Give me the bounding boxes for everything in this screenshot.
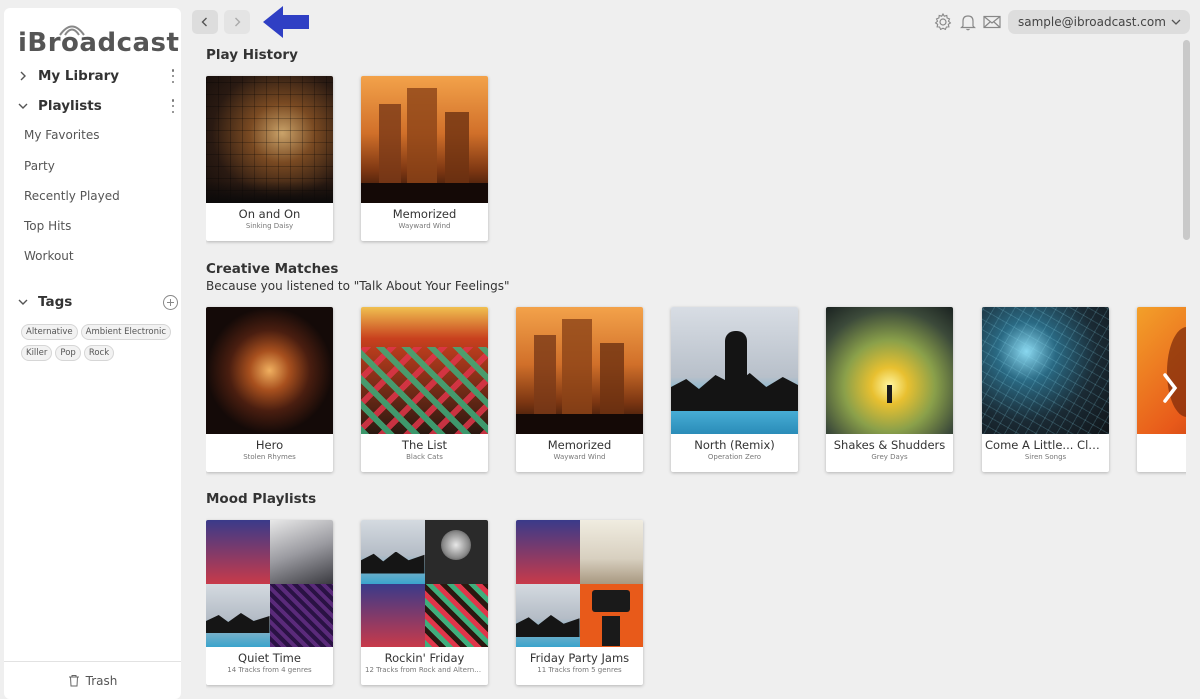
playlist-card[interactable]: Rockin' Friday 12 Tracks from Rock and A…	[361, 520, 488, 685]
sidebar: iBroadcast My Library Playlists My Favor…	[4, 8, 181, 699]
album-artist: Operation Zero	[707, 453, 762, 461]
brand-name: iBroadcast	[18, 28, 180, 58]
mood-playlists-title: Mood Playlists	[206, 491, 317, 507]
album-card[interactable]: Memorized Wayward Wind	[361, 76, 488, 241]
chevron-down-icon	[1171, 19, 1181, 25]
tag-list: Alternative Ambient Electronic Killer Po…	[21, 324, 181, 361]
tags-label: Tags	[38, 294, 73, 310]
chevron-right-icon	[235, 17, 241, 27]
album-art	[826, 307, 953, 434]
album-artist: Grey Days	[871, 453, 908, 461]
album-title: Hero	[255, 438, 284, 452]
tag-ambient-electronic[interactable]: Ambient Electronic	[80, 324, 172, 340]
trash-button[interactable]: Trash	[4, 661, 181, 699]
album-title: North (Remix)	[694, 438, 775, 452]
trash-label: Trash	[85, 673, 118, 688]
playlist-card[interactable]: Friday Party Jams 11 Tracks from 5 genre…	[516, 520, 643, 685]
playlist-subtitle: 12 Tracks from Rock and Alterna...	[365, 666, 486, 674]
album-title: Come A Little... Clos...	[985, 438, 1109, 452]
album-artist: Wayward Wind	[553, 453, 606, 461]
library-section-header[interactable]: My Library	[16, 68, 178, 84]
album-art	[206, 307, 333, 434]
sidebar-item-workout[interactable]: Workout	[24, 249, 74, 263]
album-title: Memorized	[547, 438, 612, 452]
album-art	[516, 307, 643, 434]
tag-pop[interactable]: Pop	[55, 345, 81, 361]
playlists-label: Playlists	[38, 98, 102, 114]
album-art	[671, 307, 798, 434]
album-title: On and On	[238, 207, 301, 221]
account-email: sample@ibroadcast.com	[1018, 15, 1166, 29]
playlist-subtitle: 14 Tracks from 4 genres	[227, 666, 312, 674]
forward-button[interactable]	[224, 10, 250, 34]
sidebar-item-recently-played[interactable]: Recently Played	[24, 189, 120, 203]
tag-alternative[interactable]: Alternative	[21, 324, 78, 340]
library-menu-icon[interactable]	[168, 69, 178, 83]
tag-rock[interactable]: Rock	[83, 345, 115, 361]
playlist-card[interactable]: Quiet Time 14 Tracks from 4 genres	[206, 520, 333, 685]
tag-killer[interactable]: Killer	[21, 345, 53, 361]
scrollbar[interactable]	[1183, 40, 1190, 240]
main-content: Play History On and On Sinking Daisy Mem…	[206, 40, 1186, 699]
account-dropdown[interactable]: sample@ibroadcast.com	[1008, 10, 1190, 34]
playlist-subtitle: 11 Tracks from 5 genres	[537, 666, 622, 674]
playlist-title: Rockin' Friday	[384, 651, 465, 665]
album-artist: Black Cats	[406, 453, 443, 461]
album-art	[361, 307, 488, 434]
trash-icon	[68, 675, 79, 687]
playlists-menu-icon[interactable]	[168, 99, 178, 113]
bell-icon[interactable]	[958, 12, 978, 32]
album-title: Memorized	[392, 207, 457, 221]
album-card[interactable]: Come A Little... Clos... Siren Songs	[982, 307, 1109, 472]
album-card[interactable]: North (Remix) Operation Zero	[671, 307, 798, 472]
carousel-next-button[interactable]	[1156, 368, 1184, 408]
playlist-art	[206, 520, 333, 647]
tags-section-header[interactable]: Tags	[16, 294, 178, 310]
album-artist: Siren Songs	[1024, 453, 1067, 461]
playlist-art	[361, 520, 488, 647]
playlist-title: Friday Party Jams	[529, 651, 630, 665]
play-history-title: Play History	[206, 47, 298, 63]
chevron-down-icon	[18, 103, 28, 109]
playlist-title: Quiet Time	[238, 651, 301, 665]
album-title: The List	[401, 438, 448, 452]
arrow-left-icon	[263, 6, 309, 38]
chevron-right-icon	[1163, 373, 1178, 403]
album-artist: Wayward Wind	[398, 222, 451, 230]
sidebar-item-party[interactable]: Party	[24, 159, 55, 173]
album-art	[982, 307, 1109, 434]
sidebar-item-my-favorites[interactable]: My Favorites	[24, 128, 99, 142]
album-artist: Stolen Rhymes	[243, 453, 296, 461]
sidebar-item-top-hits[interactable]: Top Hits	[24, 219, 71, 233]
mail-icon[interactable]	[982, 12, 1002, 32]
add-tag-icon[interactable]	[163, 294, 178, 310]
album-card[interactable]: On and On Sinking Daisy	[206, 76, 333, 241]
album-card[interactable]: The List Black Cats	[361, 307, 488, 472]
chevron-down-icon	[18, 299, 28, 305]
album-card[interactable]: Shakes & Shudders Grey Days	[826, 307, 953, 472]
album-card[interactable]: Hero Stolen Rhymes	[206, 307, 333, 472]
brand-logo[interactable]: iBroadcast	[18, 22, 179, 62]
album-art	[361, 76, 488, 203]
playlist-art	[516, 520, 643, 647]
album-card[interactable]: Memorized Wayward Wind	[516, 307, 643, 472]
back-button[interactable]	[192, 10, 218, 34]
album-art	[206, 76, 333, 203]
playlists-section-header[interactable]: Playlists	[16, 98, 178, 114]
chevron-right-icon	[20, 71, 26, 81]
chevron-left-icon	[201, 17, 207, 27]
creative-matches-title: Creative Matches	[206, 261, 339, 277]
gear-icon[interactable]	[933, 12, 953, 32]
creative-matches-subtitle: Because you listened to "Talk About Your…	[206, 279, 510, 293]
album-title: Shakes & Shudders	[833, 438, 946, 452]
album-artist: Sinking Daisy	[245, 222, 294, 230]
library-label: My Library	[38, 68, 120, 84]
